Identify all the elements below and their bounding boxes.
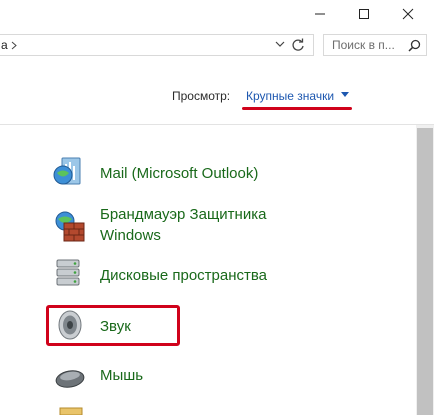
- firewall-icon: [55, 211, 85, 242]
- list-item-mouse[interactable]: Мышь: [0, 357, 410, 397]
- search-icon[interactable]: [408, 39, 421, 52]
- list-item-label-line1: Брандмауэр Защитника: [100, 206, 267, 223]
- chevron-right-icon: [11, 41, 17, 50]
- close-icon: [402, 8, 414, 20]
- view-row: Просмотр: Крупные значки: [0, 84, 434, 114]
- maximize-icon: [359, 9, 369, 19]
- list-item-folder[interactable]: [0, 404, 410, 415]
- list-item-label: Mail (Microsoft Outlook): [100, 165, 259, 182]
- list-item-label-line2: Windows: [100, 227, 161, 244]
- folder-icon: [59, 407, 83, 415]
- dropdown-caret-icon[interactable]: [341, 92, 349, 97]
- storage-spaces-icon: [56, 259, 80, 286]
- list-item-storage-spaces[interactable]: Дисковые пространства: [0, 255, 410, 295]
- view-label: Просмотр:: [172, 89, 231, 103]
- annotation-highlight-box: [46, 305, 180, 346]
- list-item-mail[interactable]: Mail (Microsoft Outlook): [0, 152, 410, 192]
- minimize-icon: [315, 13, 325, 15]
- search-placeholder: Поиск в п...: [332, 38, 395, 52]
- scrollbar-thumb[interactable]: [417, 128, 433, 415]
- minimize-button[interactable]: [298, 0, 342, 28]
- list-item-firewall[interactable]: Брандмауэр Защитника Windows: [0, 203, 410, 251]
- mail-icon: [53, 157, 81, 185]
- list-item-label: Мышь: [100, 367, 144, 384]
- address-row: a Поиск в п...: [0, 32, 434, 60]
- search-input[interactable]: Поиск в п...: [323, 34, 427, 56]
- address-path: a: [1, 38, 8, 52]
- divider: [0, 124, 434, 125]
- mouse-icon: [55, 370, 85, 388]
- close-button[interactable]: [386, 0, 430, 28]
- chevron-down-icon[interactable]: [275, 39, 285, 49]
- title-bar: [0, 0, 434, 28]
- maximize-button[interactable]: [342, 0, 386, 28]
- list-item-label: Дисковые пространства: [100, 267, 268, 284]
- view-mode-dropdown[interactable]: Крупные значки: [246, 89, 334, 103]
- address-bar[interactable]: a: [0, 34, 314, 56]
- refresh-icon[interactable]: [291, 38, 305, 52]
- annotation-underline: [242, 107, 352, 110]
